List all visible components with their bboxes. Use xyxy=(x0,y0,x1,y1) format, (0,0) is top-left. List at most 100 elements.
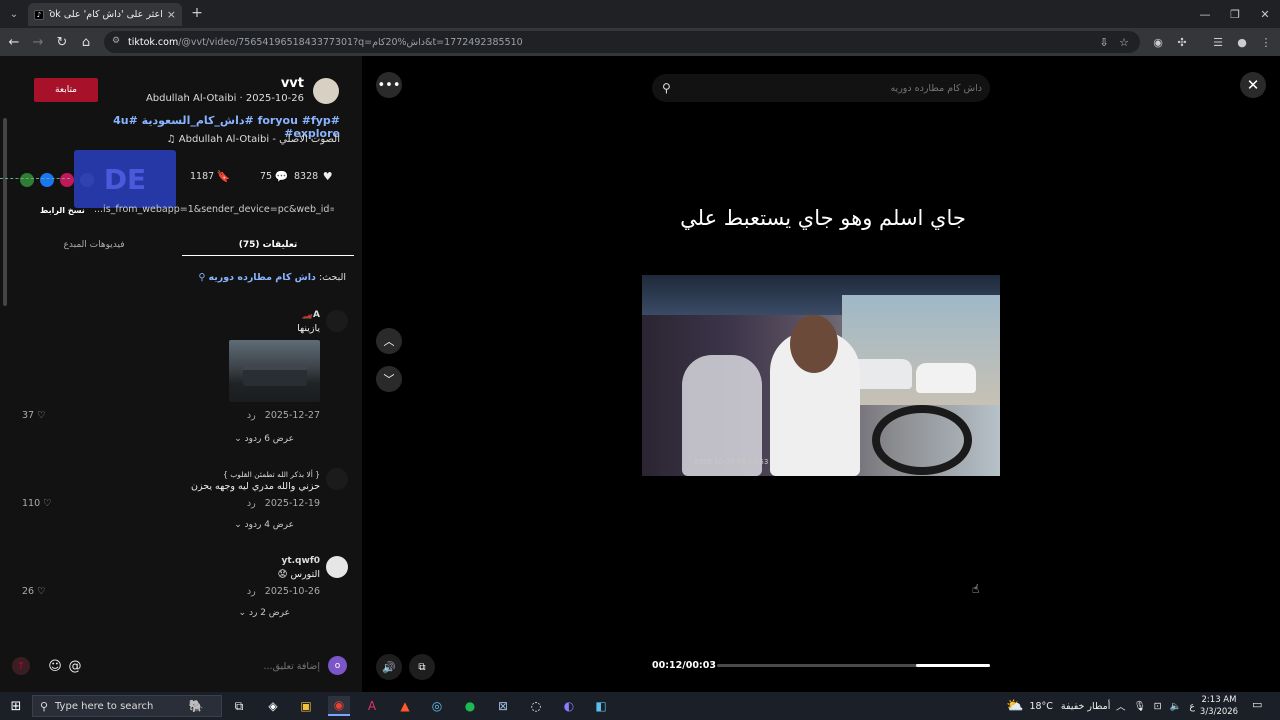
task-view-icon[interactable]: ⧉ xyxy=(228,696,250,716)
picture-in-picture-icon[interactable]: ⧉ xyxy=(409,654,435,680)
windows-start-icon[interactable]: ⊞ xyxy=(6,696,26,716)
panel-scrollbar[interactable] xyxy=(3,118,7,306)
notifications-icon[interactable]: ▭ xyxy=(1252,698,1268,714)
view-replies-button[interactable]: عرض 6 ردود ⌄ xyxy=(234,434,294,444)
add-comment-bar: ↑ ☺ @ o xyxy=(0,652,362,680)
app-icon[interactable]: ◌ xyxy=(525,696,547,716)
comment-input[interactable] xyxy=(92,658,320,674)
volume-icon[interactable]: 🔊 xyxy=(376,654,402,680)
incognito-icon[interactable]: ◉ xyxy=(1150,34,1166,50)
share-link-text[interactable]: ...is_from_webapp=1&sender_device=pc&web… xyxy=(94,204,334,215)
copy-link-button[interactable]: نسخ الرابط xyxy=(40,206,85,215)
video-progress-bar[interactable] xyxy=(717,664,990,667)
tab-comments[interactable]: تعليقات (75) xyxy=(182,234,354,256)
clock-time: 2:13 AM xyxy=(1201,695,1237,705)
commenter-avatar[interactable] xyxy=(326,468,348,490)
commenter-name[interactable]: A🏎️ xyxy=(302,310,320,320)
emoji-icon[interactable]: ☺ xyxy=(46,657,64,675)
steering-wheel xyxy=(872,405,972,475)
browser-tab[interactable]: ♪ اعثر على 'داش كام' على TikTok × xyxy=(28,3,182,26)
next-video-chevron-down-icon[interactable]: ﹀ xyxy=(376,366,402,392)
more-options-icon[interactable]: ••• xyxy=(376,72,402,98)
restore-window-icon[interactable]: ❐ xyxy=(1220,4,1250,24)
language-indicator[interactable]: ع xyxy=(1189,701,1195,712)
search-suggestion[interactable]: البحث: داش كام مطارده دوريه ⚲ xyxy=(110,272,346,283)
new-tab-button[interactable]: + xyxy=(188,4,206,22)
search-input[interactable] xyxy=(682,80,982,96)
bookmark-star-icon[interactable]: ☆ xyxy=(1116,34,1132,50)
notes-app-icon[interactable]: ◧ xyxy=(590,696,612,716)
current-user-avatar[interactable]: o xyxy=(328,656,347,675)
brave-icon[interactable]: ▲ xyxy=(394,696,416,716)
likes-value: 8328 xyxy=(294,171,319,182)
xbox-icon[interactable]: ⊠ xyxy=(492,696,514,716)
share-icon[interactable] xyxy=(60,173,74,187)
comment-like[interactable]: 37 ♡ xyxy=(22,410,46,421)
comment-photo[interactable] xyxy=(229,340,320,402)
tray-overflow-icon[interactable]: ︿ xyxy=(1116,699,1126,713)
facebook-share-icon[interactable] xyxy=(40,173,54,187)
comment-like[interactable]: 26 ♡ xyxy=(22,586,46,597)
author-username[interactable]: vvt xyxy=(200,76,304,91)
weather-widget[interactable]: ⛅ 18°C أمطار خفيفة xyxy=(1006,692,1110,720)
tab-title: اعثر على 'داش كام' على TikTok xyxy=(49,9,163,20)
close-icon[interactable]: ✕ xyxy=(1240,72,1266,98)
back-icon[interactable]: ← xyxy=(4,32,24,52)
music-title: الصوت الأصلي - Abdullah Al-Otaibi xyxy=(178,134,340,145)
discord-icon[interactable]: ◐ xyxy=(558,696,580,716)
clock-date: 3/3/2026 xyxy=(1199,707,1239,717)
minimize-window-icon[interactable]: — xyxy=(1190,4,1220,24)
reply-button[interactable]: رد xyxy=(247,586,256,597)
forward-icon[interactable]: → xyxy=(28,32,48,52)
video-progress-fill xyxy=(916,664,990,667)
address-bar[interactable]: ⚙ tiktok.com/@vvt/video/7565419651843377… xyxy=(104,31,1140,53)
volume-tray-icon[interactable]: 🔈 xyxy=(1170,701,1182,712)
site-info-icon[interactable]: ⚙ xyxy=(112,36,124,48)
comment-like[interactable]: 110 ♡ xyxy=(22,498,52,509)
taskbar-clock[interactable]: 2:13 AM 3/3/2026 xyxy=(1196,694,1242,718)
video-search-bar[interactable]: ⚲ xyxy=(652,74,990,102)
home-icon[interactable]: ⌂ xyxy=(76,32,96,52)
install-app-icon[interactable]: ⇩ xyxy=(1096,34,1112,50)
copilot-icon[interactable]: ◈ xyxy=(262,696,284,716)
reading-list-icon[interactable]: ☰ xyxy=(1210,34,1226,50)
heart-outline-icon: ♡ xyxy=(37,410,46,421)
chrome-icon[interactable]: ◉ xyxy=(328,696,350,716)
file-explorer-icon[interactable]: ▣ xyxy=(295,696,317,716)
like-count[interactable]: 8328 ♥ xyxy=(294,170,334,183)
whatsapp-share-icon[interactable] xyxy=(20,173,34,187)
tab-search-chevron-icon[interactable]: ⌄ xyxy=(4,4,24,24)
view-replies-button[interactable]: عرض 2 رد ⌄ xyxy=(239,608,290,618)
commenter-name[interactable]: yt.qwf0 xyxy=(281,556,320,566)
music-label[interactable]: الصوت الأصلي - Abdullah Al-Otaibi ♫ xyxy=(150,134,340,145)
microphone-icon[interactable]: 🎙 xyxy=(1134,701,1146,712)
tab-close-icon[interactable]: × xyxy=(167,8,176,21)
commenter-name[interactable]: { ألا بذكر الله تطمئن القلوب } xyxy=(223,470,320,479)
previous-video-chevron-up-icon[interactable]: ︿ xyxy=(376,328,402,354)
commenter-avatar[interactable] xyxy=(326,310,348,332)
profile-icon[interactable]: ● xyxy=(1234,34,1250,50)
reply-button[interactable]: رد xyxy=(247,410,256,421)
follow-button[interactable]: متابعة xyxy=(34,78,98,102)
steam-icon[interactable]: ◎ xyxy=(426,696,448,716)
reply-button[interactable]: رد xyxy=(247,498,256,509)
elephants-widget-icon[interactable]: 🐘 xyxy=(176,696,216,716)
post-comment-button[interactable]: ↑ xyxy=(12,657,30,675)
author-avatar[interactable] xyxy=(313,78,339,104)
spotify-icon[interactable]: ● xyxy=(459,696,481,716)
network-icon[interactable]: ⊡ xyxy=(1154,701,1162,712)
comment-count[interactable]: 75 💬 xyxy=(260,170,288,183)
affinity-icon[interactable]: A xyxy=(361,696,383,716)
save-count[interactable]: 1187 🔖 xyxy=(190,170,231,183)
chevron-down-icon: ⌄ xyxy=(234,434,242,444)
extensions-icon[interactable]: ✣ xyxy=(1174,34,1190,50)
close-window-icon[interactable]: ✕ xyxy=(1250,4,1280,24)
search-icon[interactable]: ⚲ xyxy=(662,81,676,95)
reload-icon[interactable]: ↻ xyxy=(52,32,72,52)
tab-creator-videos[interactable]: فيديوهات المبدع xyxy=(8,234,180,256)
browser-menu-icon[interactable]: ⋮ xyxy=(1258,34,1274,50)
commenter-avatar[interactable] xyxy=(326,556,348,578)
video-frame[interactable]: 2025-10-26 09:13:53 xyxy=(642,275,1000,476)
mention-icon[interactable]: @ xyxy=(66,657,84,675)
view-replies-button[interactable]: عرض 4 ردود ⌄ xyxy=(234,520,294,530)
